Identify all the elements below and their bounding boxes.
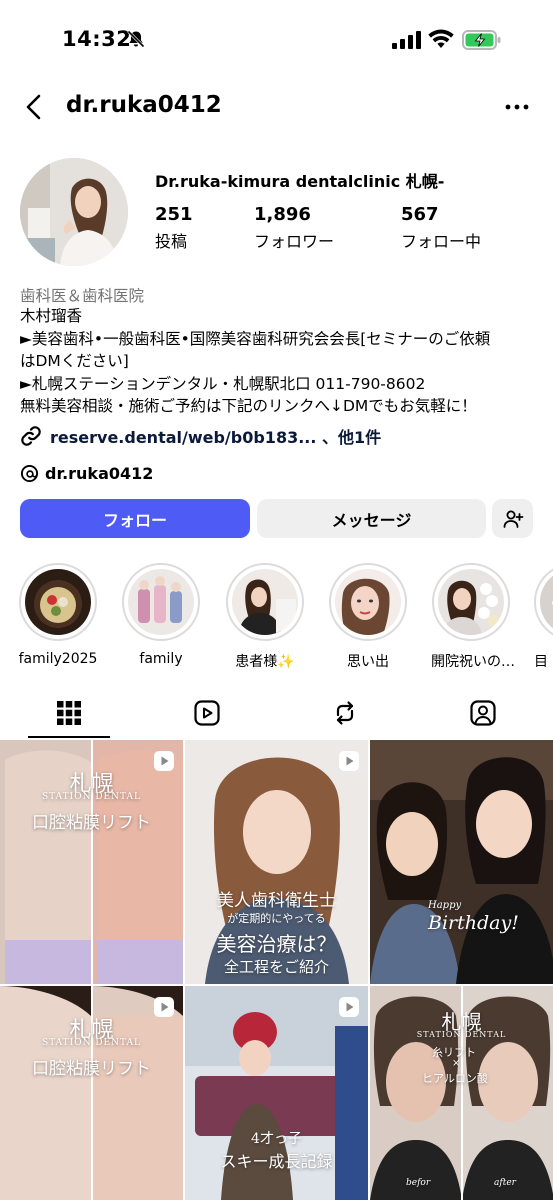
tab-grid[interactable] [0,688,138,738]
stat-following-count: 567 [401,204,439,225]
post-overlay-title: 美人歯科衛生士 [217,891,336,911]
post-thumbnail[interactable]: Happy Birthday! [370,740,553,984]
post-overlay-caption: 口腔粘膜リフト [32,1059,151,1079]
highlight-cover [232,569,298,635]
highlight-item[interactable]: 開院祝いの… [431,563,515,671]
profile-tabs [0,688,553,738]
post-overlay-title: スキー成長記録 [220,1152,333,1171]
highlight-label: family2025 [18,651,98,667]
post-overlay-caption: 全工程をご紹介 [223,958,329,976]
profile-bio: 木村瑠香 ►美容歯科•一般歯科医•国際美容歯科研究会会長[セミナーのご依頼 はD… [20,305,535,418]
highlight-label: 思い出 [347,654,389,670]
highlight-cover [335,569,401,635]
bio-line: はDMください] [20,352,129,370]
repost-icon [336,701,354,725]
suggest-users-button[interactable] [492,499,533,538]
add-person-icon [503,510,523,528]
profile-avatar[interactable] [20,158,128,266]
reel-badge-icon [339,997,359,1017]
post-overlay-label: after [494,1178,516,1188]
post-overlay-subtitle: STATION DENTAL [41,792,141,802]
highlight-item[interactable]: 思い出 [328,563,408,671]
threads-icon [20,464,39,482]
follow-button[interactable]: フォロー [20,499,250,538]
stat-followers-label: フォロワー [254,232,335,251]
profile-category: 歯科医＆歯科医院 [20,287,145,305]
post-thumbnail[interactable]: 札幌 STATION DENTAL 糸リフト × ヒアルロン酸 befor af… [370,986,553,1200]
stat-posts-count: 251 [155,204,193,225]
post-overlay-caption: ヒアルロン酸 [422,1072,488,1085]
post-overlay-subtitle: 4才っ子 [251,1131,302,1147]
tab-reels[interactable] [138,688,276,738]
header-username: dr.ruka0412 [66,92,222,118]
threads-badge[interactable]: dr.ruka0412 [20,461,153,485]
post-overlay-subtitle: STATION DENTAL [41,1038,141,1048]
stat-posts[interactable]: 251 投稿 [155,204,193,252]
tab-reposts[interactable] [276,688,414,738]
highlight-label: 患者様✨ [235,654,295,670]
cellular-signal-icon [392,31,421,49]
bell-slash-icon [127,30,145,48]
more-options-icon[interactable] [504,96,530,118]
highlight-cover [128,569,194,635]
profile-display-name: Dr.ruka-kimura dentalclinic 札幌- [155,172,445,191]
threads-handle: dr.ruka0412 [45,463,154,483]
post-thumbnail[interactable]: 札幌 STATION DENTAL 口腔粘膜リフト [0,740,183,984]
post-thumbnail[interactable]: 札幌 STATION DENTAL 口腔粘膜リフト [0,986,183,1200]
active-tab-indicator [28,736,110,738]
stat-following[interactable]: 567 フォロー中 [401,204,481,252]
battery-charging-icon [462,30,501,50]
post-thumbnail[interactable]: 美人歯科衛生士 が定期的にやってる 美容治療は？ 全工程をご紹介 [185,740,368,984]
bio-line: 無料美容相談・施術ご予約は下記のリンクへ↓DMでもお気軽に！ [20,397,477,415]
post-overlay-subtitle: STATION DENTAL [416,1030,507,1039]
stat-following-label: フォロー中 [401,232,482,251]
stat-posts-label: 投稿 [155,232,188,251]
bio-line: ►美容歯科•一般歯科医•国際美容歯科研究会会長[セミナーのご依頼 [20,329,491,348]
highlight-item[interactable]: family [121,563,201,667]
post-grid: 札幌 STATION DENTAL 口腔粘膜リフト 美人歯科衛生士 が定期的にや… [0,740,553,1200]
post-overlay-subtitle: が定期的にやってる [227,912,326,925]
stat-followers[interactable]: 1,896 フォロワー [254,204,334,252]
highlight-label: 開院祝いの… [431,654,515,670]
highlight-item[interactable]: 患者様✨ [225,563,305,671]
post-image [370,740,553,984]
profile-header: dr.ruka0412 [0,80,553,134]
status-time: 14:32 [62,27,132,51]
highlight-item[interactable]: 目 [534,563,553,671]
post-thumbnail[interactable]: 4才っ子 スキー成長記録 [185,986,368,1200]
reels-icon [194,700,220,726]
post-overlay-title: Birthday! [428,912,519,934]
avatar-photo [20,158,128,266]
post-overlay-caption: 美容治療は？ [216,932,337,956]
profile-link[interactable]: reserve.dental/web/b0b183... 、他1件 [20,424,381,448]
tagged-person-icon [470,700,496,726]
back-arrow-icon[interactable] [22,92,46,122]
grid-icon [57,701,81,725]
profile-link-text[interactable]: reserve.dental/web/b0b183... 、他1件 [50,424,381,448]
bio-line: ►札幌ステーションデンタル・札幌駅北口 011-790-8602 [20,374,426,393]
highlight-cover [438,569,504,635]
tab-tagged[interactable] [414,688,552,738]
post-overlay-caption: × [452,1058,461,1069]
stat-followers-count: 1,896 [254,204,311,225]
highlight-cover [25,569,91,635]
message-button[interactable]: メッセージ [257,499,486,538]
status-bar: 14:32 [0,0,553,80]
post-overlay-caption: 口腔粘膜リフト [32,813,151,833]
reel-badge-icon [339,751,359,771]
highlight-item[interactable]: family2025 [18,563,98,667]
highlight-label: family [139,651,183,667]
post-overlay-label: befor [406,1178,431,1188]
post-overlay-subtitle: Happy [428,900,462,911]
wifi-icon [428,29,454,48]
bio-line: 木村瑠香 [20,307,83,325]
link-icon [21,426,41,446]
highlight-cover [540,569,553,635]
highlight-label: 目 [534,654,548,670]
